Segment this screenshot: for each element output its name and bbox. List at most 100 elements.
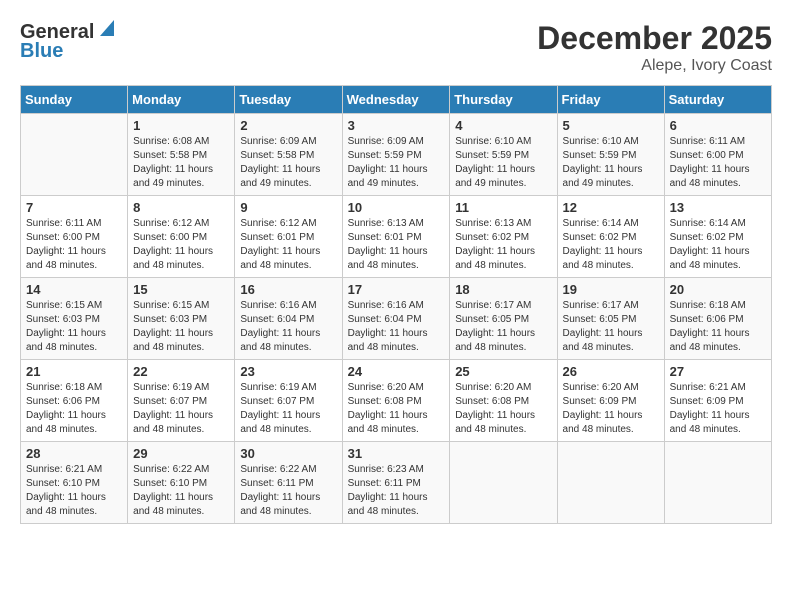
- daylight-text: Daylight: 11 hours and 49 minutes.: [133, 163, 229, 191]
- day-info: Sunrise: 6:13 AM Sunset: 6:02 PM Dayligh…: [455, 217, 551, 273]
- calendar-day-cell: 27 Sunrise: 6:21 AM Sunset: 6:09 PM Dayl…: [664, 360, 771, 442]
- day-info: Sunrise: 6:09 AM Sunset: 5:59 PM Dayligh…: [348, 135, 445, 191]
- day-info: Sunrise: 6:16 AM Sunset: 6:04 PM Dayligh…: [240, 299, 336, 355]
- calendar-day-cell: 30 Sunrise: 6:22 AM Sunset: 6:11 PM Dayl…: [235, 442, 342, 524]
- day-number: 17: [348, 282, 445, 297]
- day-info: Sunrise: 6:15 AM Sunset: 6:03 PM Dayligh…: [26, 299, 122, 355]
- sunrise-text: Sunrise: 6:13 AM: [348, 217, 445, 231]
- sunset-text: Sunset: 6:03 PM: [133, 313, 229, 327]
- day-number: 28: [26, 446, 122, 461]
- weekday-header-cell: Saturday: [664, 86, 771, 114]
- calendar-day-cell: 28 Sunrise: 6:21 AM Sunset: 6:10 PM Dayl…: [21, 442, 128, 524]
- day-info: Sunrise: 6:20 AM Sunset: 6:09 PM Dayligh…: [563, 381, 659, 437]
- daylight-text: Daylight: 11 hours and 48 minutes.: [26, 327, 122, 355]
- daylight-text: Daylight: 11 hours and 48 minutes.: [26, 245, 122, 273]
- sunrise-text: Sunrise: 6:17 AM: [563, 299, 659, 313]
- sunrise-text: Sunrise: 6:16 AM: [348, 299, 445, 313]
- sunset-text: Sunset: 6:00 PM: [670, 149, 766, 163]
- sunset-text: Sunset: 6:05 PM: [563, 313, 659, 327]
- sunset-text: Sunset: 6:02 PM: [563, 231, 659, 245]
- day-number: 1: [133, 118, 229, 133]
- calendar-week-row: 1 Sunrise: 6:08 AM Sunset: 5:58 PM Dayli…: [21, 114, 772, 196]
- day-number: 4: [455, 118, 551, 133]
- sunrise-text: Sunrise: 6:11 AM: [26, 217, 122, 231]
- day-number: 13: [670, 200, 766, 215]
- day-info: Sunrise: 6:21 AM Sunset: 6:10 PM Dayligh…: [26, 463, 122, 519]
- sunset-text: Sunset: 6:04 PM: [348, 313, 445, 327]
- day-info: Sunrise: 6:19 AM Sunset: 6:07 PM Dayligh…: [240, 381, 336, 437]
- sunset-text: Sunset: 6:11 PM: [348, 477, 445, 491]
- calendar-week-row: 28 Sunrise: 6:21 AM Sunset: 6:10 PM Dayl…: [21, 442, 772, 524]
- sunrise-text: Sunrise: 6:15 AM: [133, 299, 229, 313]
- day-number: 3: [348, 118, 445, 133]
- calendar-day-cell: 20 Sunrise: 6:18 AM Sunset: 6:06 PM Dayl…: [664, 278, 771, 360]
- daylight-text: Daylight: 11 hours and 48 minutes.: [348, 245, 445, 273]
- daylight-text: Daylight: 11 hours and 48 minutes.: [26, 409, 122, 437]
- calendar-day-cell: 12 Sunrise: 6:14 AM Sunset: 6:02 PM Dayl…: [557, 196, 664, 278]
- logo-blue-text: Blue: [20, 40, 63, 63]
- sunset-text: Sunset: 6:10 PM: [133, 477, 229, 491]
- day-info: Sunrise: 6:08 AM Sunset: 5:58 PM Dayligh…: [133, 135, 229, 191]
- calendar-day-cell: 18 Sunrise: 6:17 AM Sunset: 6:05 PM Dayl…: [450, 278, 557, 360]
- day-info: Sunrise: 6:09 AM Sunset: 5:58 PM Dayligh…: [240, 135, 336, 191]
- daylight-text: Daylight: 11 hours and 48 minutes.: [240, 491, 336, 519]
- title-block: December 2025 Alepe, Ivory Coast: [537, 20, 772, 75]
- calendar-table: SundayMondayTuesdayWednesdayThursdayFrid…: [20, 85, 772, 524]
- sunset-text: Sunset: 6:05 PM: [455, 313, 551, 327]
- daylight-text: Daylight: 11 hours and 48 minutes.: [563, 327, 659, 355]
- day-number: 23: [240, 364, 336, 379]
- daylight-text: Daylight: 11 hours and 48 minutes.: [133, 491, 229, 519]
- calendar-day-cell: 16 Sunrise: 6:16 AM Sunset: 6:04 PM Dayl…: [235, 278, 342, 360]
- calendar-day-cell: 13 Sunrise: 6:14 AM Sunset: 6:02 PM Dayl…: [664, 196, 771, 278]
- calendar-week-row: 14 Sunrise: 6:15 AM Sunset: 6:03 PM Dayl…: [21, 278, 772, 360]
- calendar-day-cell: 3 Sunrise: 6:09 AM Sunset: 5:59 PM Dayli…: [342, 114, 450, 196]
- calendar-day-cell: 15 Sunrise: 6:15 AM Sunset: 6:03 PM Dayl…: [128, 278, 235, 360]
- calendar-day-cell: [450, 442, 557, 524]
- day-info: Sunrise: 6:14 AM Sunset: 6:02 PM Dayligh…: [563, 217, 659, 273]
- sunset-text: Sunset: 6:00 PM: [133, 231, 229, 245]
- daylight-text: Daylight: 11 hours and 48 minutes.: [455, 327, 551, 355]
- logo: General Blue: [20, 20, 114, 63]
- day-number: 10: [348, 200, 445, 215]
- sunrise-text: Sunrise: 6:14 AM: [670, 217, 766, 231]
- weekday-header-cell: Wednesday: [342, 86, 450, 114]
- day-info: Sunrise: 6:10 AM Sunset: 5:59 PM Dayligh…: [455, 135, 551, 191]
- sunset-text: Sunset: 6:09 PM: [563, 395, 659, 409]
- daylight-text: Daylight: 11 hours and 48 minutes.: [348, 327, 445, 355]
- weekday-header-cell: Thursday: [450, 86, 557, 114]
- daylight-text: Daylight: 11 hours and 48 minutes.: [133, 327, 229, 355]
- day-info: Sunrise: 6:10 AM Sunset: 5:59 PM Dayligh…: [563, 135, 659, 191]
- calendar-day-cell: 2 Sunrise: 6:09 AM Sunset: 5:58 PM Dayli…: [235, 114, 342, 196]
- weekday-header-cell: Monday: [128, 86, 235, 114]
- calendar-day-cell: 22 Sunrise: 6:19 AM Sunset: 6:07 PM Dayl…: [128, 360, 235, 442]
- day-info: Sunrise: 6:11 AM Sunset: 6:00 PM Dayligh…: [26, 217, 122, 273]
- sunrise-text: Sunrise: 6:12 AM: [133, 217, 229, 231]
- daylight-text: Daylight: 11 hours and 48 minutes.: [563, 409, 659, 437]
- day-info: Sunrise: 6:21 AM Sunset: 6:09 PM Dayligh…: [670, 381, 766, 437]
- daylight-text: Daylight: 11 hours and 48 minutes.: [455, 245, 551, 273]
- day-number: 7: [26, 200, 122, 215]
- sunrise-text: Sunrise: 6:08 AM: [133, 135, 229, 149]
- day-number: 30: [240, 446, 336, 461]
- sunset-text: Sunset: 6:09 PM: [670, 395, 766, 409]
- sunrise-text: Sunrise: 6:17 AM: [455, 299, 551, 313]
- daylight-text: Daylight: 11 hours and 48 minutes.: [240, 327, 336, 355]
- sunset-text: Sunset: 6:10 PM: [26, 477, 122, 491]
- day-number: 26: [563, 364, 659, 379]
- sunset-text: Sunset: 6:02 PM: [670, 231, 766, 245]
- sunrise-text: Sunrise: 6:20 AM: [563, 381, 659, 395]
- calendar-day-cell: 24 Sunrise: 6:20 AM Sunset: 6:08 PM Dayl…: [342, 360, 450, 442]
- day-number: 5: [563, 118, 659, 133]
- calendar-day-cell: [664, 442, 771, 524]
- day-info: Sunrise: 6:12 AM Sunset: 6:00 PM Dayligh…: [133, 217, 229, 273]
- day-info: Sunrise: 6:20 AM Sunset: 6:08 PM Dayligh…: [348, 381, 445, 437]
- day-number: 25: [455, 364, 551, 379]
- daylight-text: Daylight: 11 hours and 49 minutes.: [348, 163, 445, 191]
- calendar-week-row: 7 Sunrise: 6:11 AM Sunset: 6:00 PM Dayli…: [21, 196, 772, 278]
- sunset-text: Sunset: 6:01 PM: [240, 231, 336, 245]
- day-number: 15: [133, 282, 229, 297]
- calendar-day-cell: 17 Sunrise: 6:16 AM Sunset: 6:04 PM Dayl…: [342, 278, 450, 360]
- sunrise-text: Sunrise: 6:14 AM: [563, 217, 659, 231]
- daylight-text: Daylight: 11 hours and 48 minutes.: [670, 327, 766, 355]
- sunrise-text: Sunrise: 6:23 AM: [348, 463, 445, 477]
